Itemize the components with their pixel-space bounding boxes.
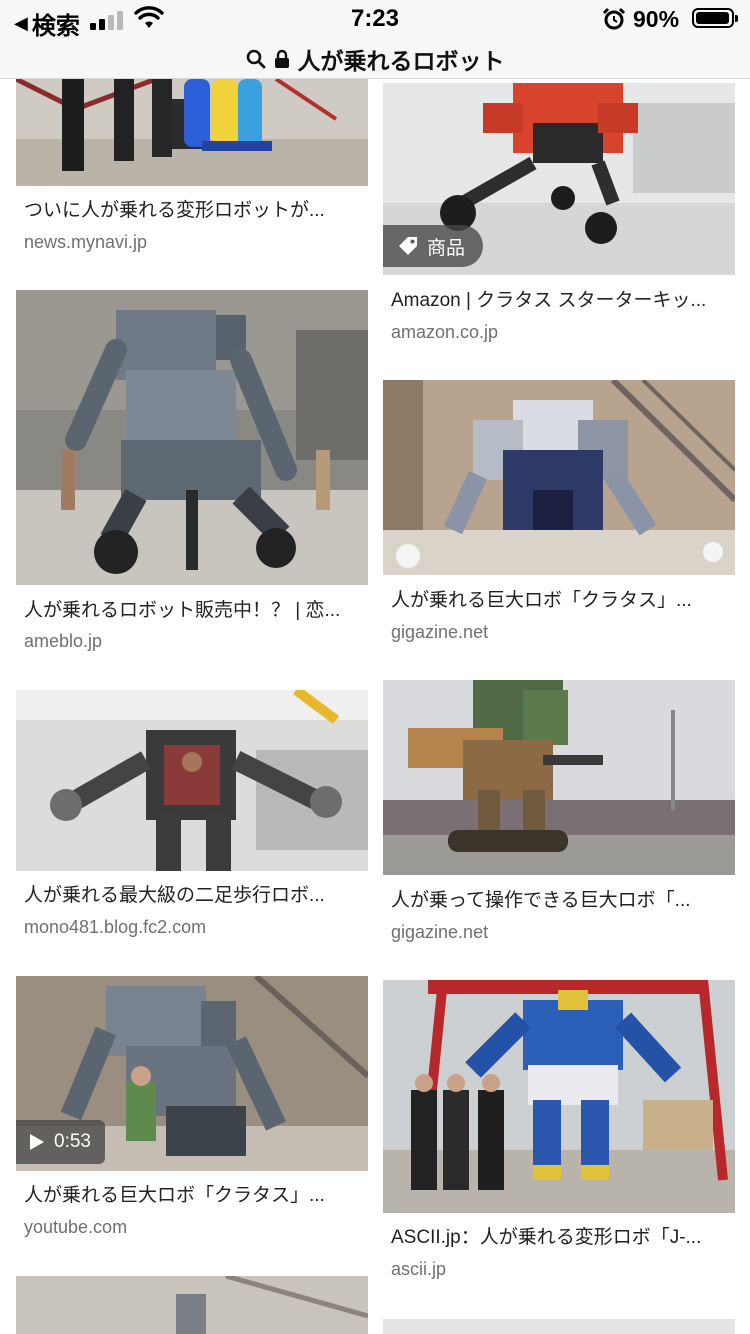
result-thumbnail[interactable]: 0:53 — [16, 976, 368, 1171]
result-title[interactable]: ASCII.jp：人が乗れる変形ロボ「J-... — [391, 1226, 729, 1250]
result-title[interactable]: 人が乗れるロボット販売中！？ | 恋... — [24, 599, 362, 623]
result-thumbnail[interactable]: 商品 — [383, 83, 735, 275]
result-thumbnail[interactable] — [16, 79, 368, 186]
product-badge: 商品 — [383, 225, 484, 267]
result-card[interactable]: ASCII.jp：人が乗れる変形ロボ「J-... ascii.jp — [383, 980, 735, 1290]
result-domain: news.mynavi.jp — [24, 232, 148, 252]
result-domain: youtube.com — [24, 1217, 128, 1237]
video-duration: 0:53 — [54, 1131, 91, 1152]
result-domain: ascii.jp — [391, 1259, 447, 1279]
result-thumbnail[interactable] — [16, 1276, 368, 1334]
result-card[interactable]: 人が乗れる最大級の二足歩行ロボ... mono481.blog.fc2.com — [16, 690, 368, 960]
search-icon — [246, 49, 265, 69]
address-bar[interactable]: 人が乗れるロボット — [0, 40, 750, 79]
result-thumbnail[interactable] — [383, 380, 735, 575]
play-icon — [30, 1134, 44, 1150]
result-card[interactable] — [16, 1276, 368, 1334]
result-domain: mono481.blog.fc2.com — [24, 917, 207, 937]
battery-percentage: 90% — [633, 6, 680, 32]
result-thumbnail[interactable] — [383, 980, 735, 1213]
result-card[interactable]: 人が乗れるロボット販売中！？ | 恋... ameblo.jp — [16, 290, 368, 670]
status-bar: ◀ 検索 7:23 90% — [0, 0, 750, 40]
result-domain: gigazine.net — [391, 922, 489, 942]
result-title[interactable]: ついに人が乗れる変形ロボットが... — [24, 199, 362, 223]
result-title[interactable]: 人が乗れる最大級の二足歩行ロボ... — [24, 884, 362, 908]
result-title[interactable]: Amazon | クラタス スターターキッ... — [391, 289, 729, 313]
alarm-clock-icon — [602, 7, 626, 30]
search-query-text: 人が乗れるロボット — [297, 48, 505, 74]
video-duration-badge: 0:53 — [16, 1120, 105, 1164]
result-card[interactable]: 商品 Amazon | クラタス スターターキッ... amazon.co.jp — [383, 83, 735, 353]
price-tag-icon — [399, 237, 417, 255]
badge-label: 商品 — [427, 237, 466, 259]
image-results-grid: ついに人が乗れる変形ロボットが... news.mynavi.jp 商品 Ama… — [0, 79, 750, 1334]
lock-icon — [274, 49, 289, 68]
result-title[interactable]: 人が乗れる巨大ロボ「クラタス」... — [391, 589, 729, 613]
result-thumbnail[interactable] — [16, 690, 368, 871]
result-thumbnail[interactable] — [383, 680, 735, 875]
result-title[interactable]: 人が乗れる巨大ロボ「クラタス」... — [24, 1184, 362, 1208]
result-thumbnail[interactable] — [383, 1319, 735, 1334]
battery-icon — [692, 8, 738, 28]
result-thumbnail[interactable] — [16, 290, 368, 585]
result-title[interactable]: 人が乗って操作できる巨大ロボ「... — [391, 889, 729, 913]
result-card[interactable]: 0:53 人が乗れる巨大ロボ「クラタス」... youtube.com — [16, 976, 368, 1246]
result-domain: gigazine.net — [391, 622, 489, 642]
result-card[interactable]: 人が乗れる巨大ロボ「クラタス」... gigazine.net — [383, 380, 735, 650]
result-domain: amazon.co.jp — [391, 322, 499, 342]
result-card[interactable]: ついに人が乗れる変形ロボットが... news.mynavi.jp — [16, 79, 368, 279]
result-card[interactable]: 人が乗って操作できる巨大ロボ「... gigazine.net — [383, 680, 735, 950]
result-card[interactable] — [383, 1319, 735, 1334]
result-domain: ameblo.jp — [24, 631, 103, 651]
